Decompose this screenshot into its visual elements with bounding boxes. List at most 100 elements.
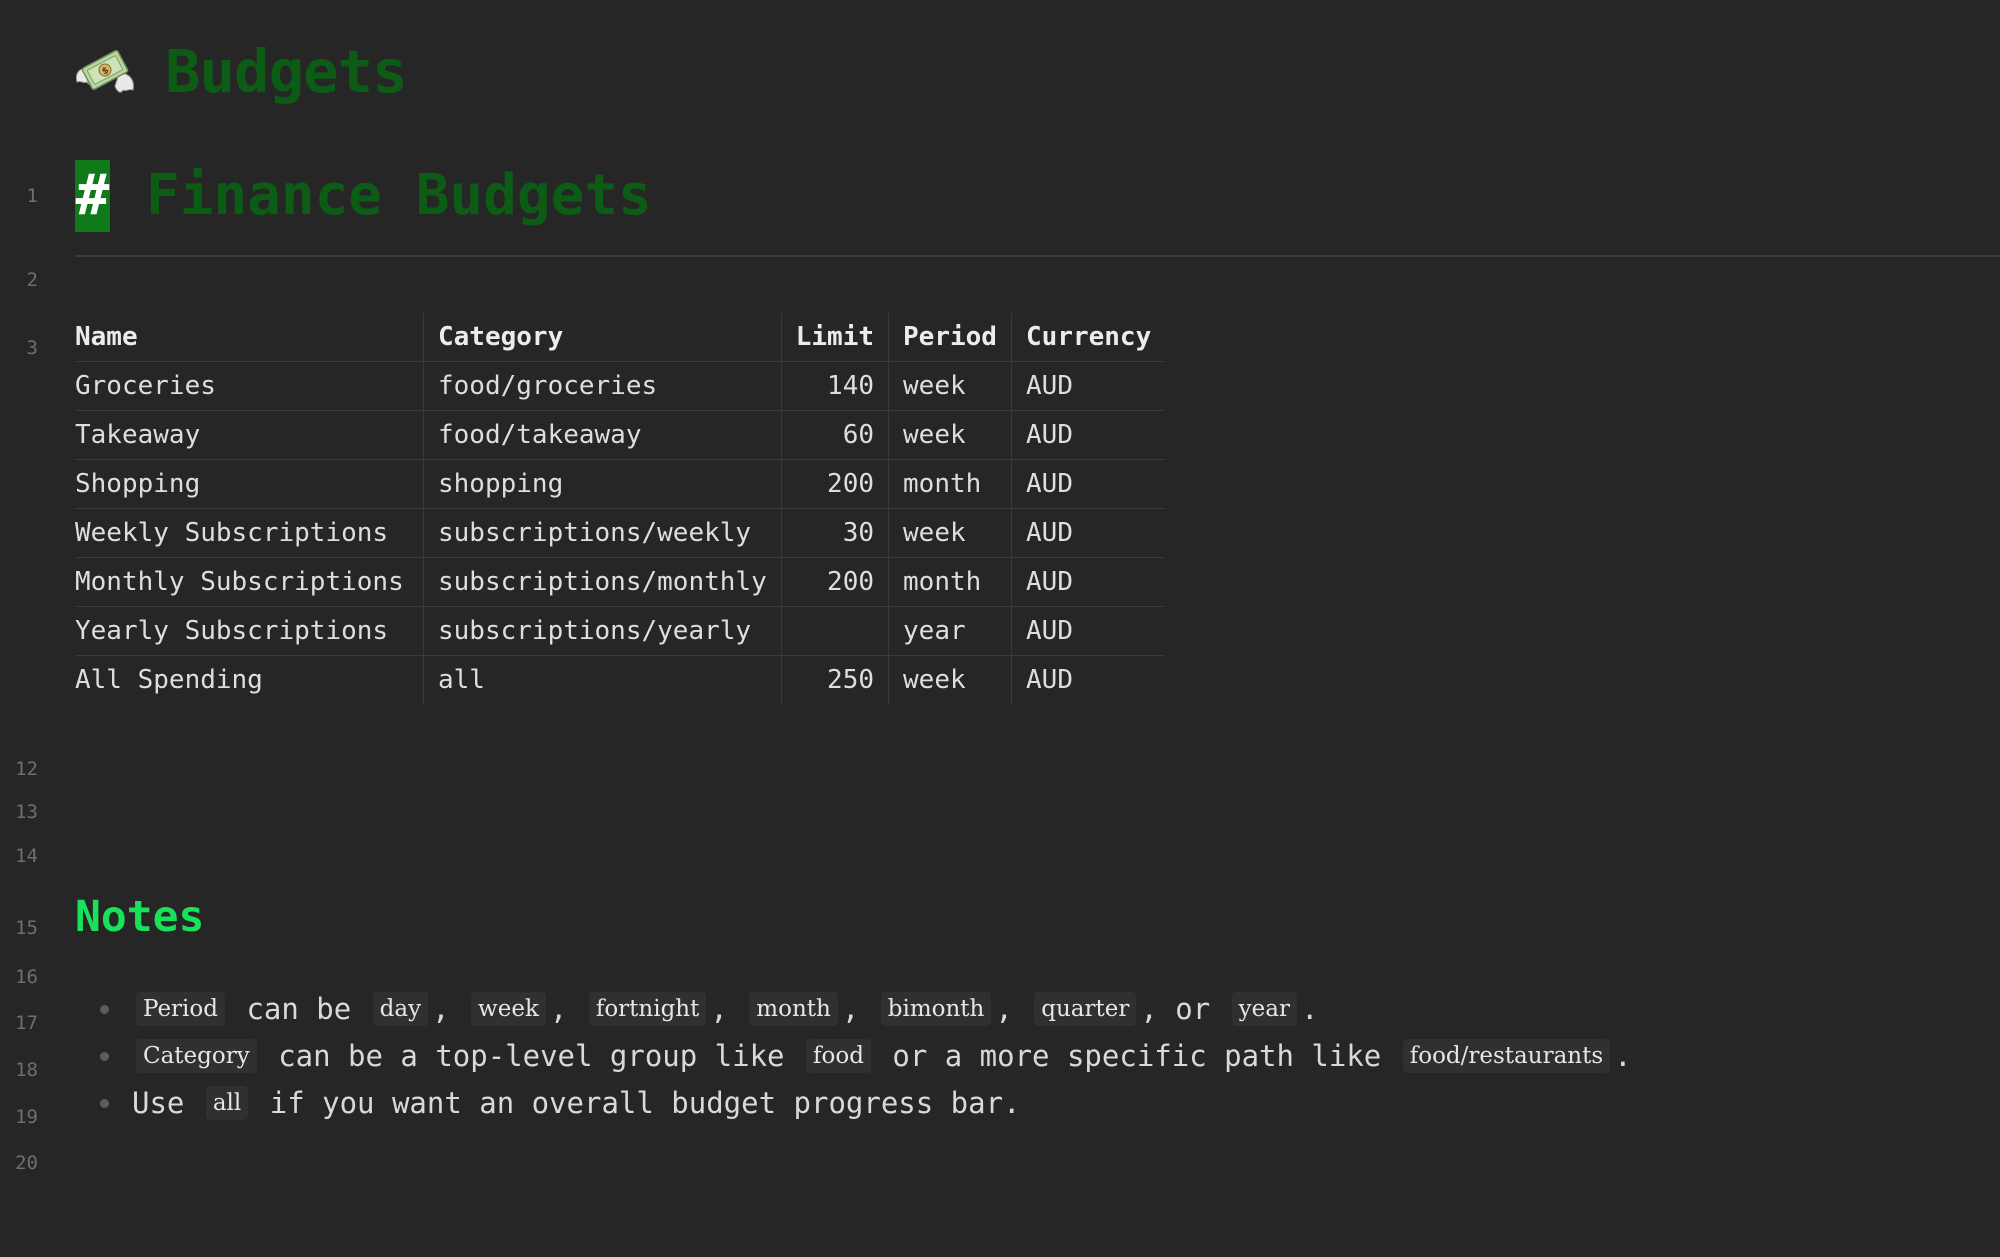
bullet-icon <box>100 1005 109 1014</box>
heading-1[interactable]: # Finance Budgets <box>75 160 652 232</box>
cell-period[interactable]: week <box>888 361 1012 411</box>
inline-code: week <box>471 992 546 1026</box>
table-header-row: Name Category Limit Period Currency <box>75 313 1166 362</box>
column-header-name[interactable]: Name <box>75 313 424 362</box>
table-row: Groceries food/groceries 140 week AUD <box>75 361 1166 411</box>
column-header-limit[interactable]: Limit <box>780 313 889 362</box>
page-header: $ Budgets <box>75 37 408 106</box>
column-header-category[interactable]: Category <box>423 313 782 362</box>
inline-code: quarter <box>1034 992 1137 1026</box>
inline-code: Category <box>136 1039 257 1073</box>
cell-name[interactable]: Takeaway <box>75 410 424 460</box>
cell-name[interactable]: Monthly Subscriptions <box>75 557 424 607</box>
cell-name[interactable]: Weekly Subscriptions <box>75 508 424 558</box>
list-text: . <box>1300 992 1319 1026</box>
list-text: , <box>432 992 468 1026</box>
table-row: Monthly Subscriptions subscriptions/mont… <box>75 557 1166 607</box>
cell-limit[interactable]: 200 <box>780 459 889 509</box>
cell-period[interactable]: week <box>888 655 1012 704</box>
column-header-period[interactable]: Period <box>888 313 1012 362</box>
line-number: 20 <box>15 1152 38 1174</box>
cell-limit[interactable]: 200 <box>780 557 889 607</box>
notes-list: Period can be day, week, fortnight, mont… <box>100 986 1632 1127</box>
notes-heading[interactable]: Notes <box>75 888 204 946</box>
line-number: 16 <box>15 966 38 988</box>
heading-divider <box>75 255 2000 257</box>
cell-name[interactable]: All Spending <box>75 656 424 705</box>
cell-period[interactable]: month <box>888 459 1012 509</box>
line-number: 12 <box>15 758 38 780</box>
cell-currency[interactable]: AUD <box>1011 459 1166 509</box>
cell-limit[interactable] <box>780 606 889 656</box>
list-text: Use <box>132 1086 202 1120</box>
cell-category[interactable]: subscriptions/monthly <box>423 557 782 607</box>
cell-name[interactable]: Yearly Subscriptions <box>75 606 424 656</box>
bullet-icon <box>100 1099 109 1108</box>
line-number-gutter: 1 2 3 12 13 14 15 16 17 18 19 20 <box>0 0 50 1257</box>
inline-code: food/restaurants <box>1402 1039 1611 1073</box>
cell-name[interactable]: Groceries <box>75 361 424 411</box>
cell-currency[interactable]: AUD <box>1011 557 1166 607</box>
inline-code: food <box>805 1039 871 1073</box>
inline-code: day <box>372 992 429 1026</box>
inline-code: month <box>749 992 838 1026</box>
table-row: Takeaway food/takeaway 60 week AUD <box>75 410 1166 460</box>
cell-currency[interactable]: AUD <box>1011 361 1166 411</box>
cell-category[interactable]: shopping <box>423 459 782 509</box>
cell-limit[interactable]: 250 <box>780 655 889 704</box>
cell-category[interactable]: food/takeaway <box>423 410 782 460</box>
cell-category[interactable]: subscriptions/yearly <box>423 606 782 656</box>
line-number: 13 <box>15 801 38 823</box>
cell-period[interactable]: week <box>888 508 1012 558</box>
cell-period[interactable]: month <box>888 557 1012 607</box>
money-with-wings-icon: $ <box>76 49 134 93</box>
cell-category[interactable]: subscriptions/weekly <box>423 508 782 558</box>
page-title: Budgets <box>165 37 408 106</box>
list-text: if you want an overall budget progress b… <box>252 1086 1021 1120</box>
list-item[interactable]: Period can be day, week, fortnight, mont… <box>100 986 1632 1033</box>
list-item[interactable]: Use all if you want an overall budget pr… <box>100 1080 1632 1127</box>
table-row: All Spending all 250 week AUD <box>75 655 1166 705</box>
cell-currency[interactable]: AUD <box>1011 410 1166 460</box>
bullet-icon <box>100 1052 109 1061</box>
cell-name[interactable]: Shopping <box>75 459 424 509</box>
line-number: 2 <box>26 269 38 291</box>
list-text: , <box>841 992 877 1026</box>
line-number: 19 <box>15 1106 38 1128</box>
list-text: or a more specific path like <box>874 1039 1399 1073</box>
cell-limit[interactable]: 140 <box>780 361 889 411</box>
inline-code: Period <box>136 992 225 1026</box>
list-text: . <box>1614 1039 1632 1073</box>
heading-1-text: Finance Budgets <box>146 163 652 228</box>
line-number: 1 <box>26 185 38 207</box>
list-text: can be a top-level group like <box>260 1039 802 1073</box>
cell-period[interactable]: year <box>888 606 1012 656</box>
inline-code: bimonth <box>880 992 992 1026</box>
line-number: 15 <box>15 917 38 939</box>
table-row: Shopping shopping 200 month AUD <box>75 459 1166 509</box>
list-text: , <box>995 992 1031 1026</box>
heading-marker: # <box>75 160 110 232</box>
cell-category[interactable]: food/groceries <box>423 361 782 411</box>
list-text: , <box>549 992 585 1026</box>
list-text: can be <box>228 992 369 1026</box>
line-number: 14 <box>15 845 38 867</box>
cell-currency[interactable]: AUD <box>1011 655 1166 704</box>
cell-currency[interactable]: AUD <box>1011 508 1166 558</box>
line-number: 3 <box>26 337 38 359</box>
inline-code: fortnight <box>588 992 707 1026</box>
cell-currency[interactable]: AUD <box>1011 606 1166 656</box>
cell-category[interactable]: all <box>423 655 782 704</box>
line-number: 17 <box>15 1012 38 1034</box>
cell-limit[interactable]: 60 <box>780 410 889 460</box>
budget-table[interactable]: Name Category Limit Period Currency Groc… <box>75 313 1166 705</box>
list-text: , or <box>1140 992 1228 1026</box>
table-row: Weekly Subscriptions subscriptions/weekl… <box>75 508 1166 558</box>
cell-period[interactable]: week <box>888 410 1012 460</box>
list-text: , <box>710 992 746 1026</box>
inline-code: year <box>1231 992 1297 1026</box>
list-item[interactable]: Category can be a top-level group like f… <box>100 1033 1632 1080</box>
cell-limit[interactable]: 30 <box>780 508 889 558</box>
column-header-currency[interactable]: Currency <box>1011 313 1166 362</box>
inline-code: all <box>205 1086 249 1120</box>
